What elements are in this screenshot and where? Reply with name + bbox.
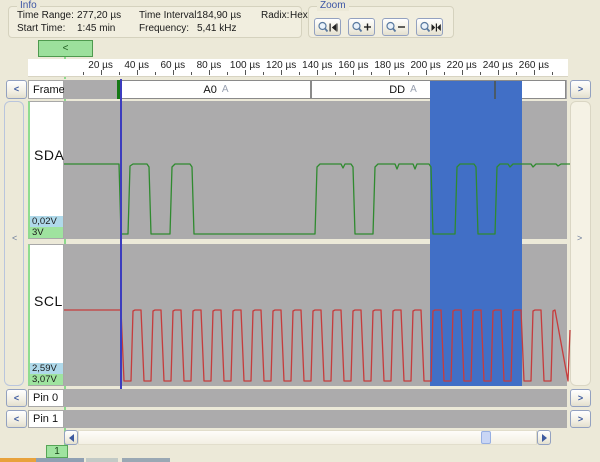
frame-cell-text: A0 [203, 83, 217, 96]
channel-group-rail-left [4, 101, 24, 386]
zoom-groupbox: Zoom [308, 0, 454, 38]
sda-channel-name: SDA [34, 147, 65, 163]
frame-scroll-left-button[interactable]: < [6, 80, 27, 99]
collapse-left-icon[interactable]: < [12, 233, 17, 243]
magnifier-minus-icon [386, 21, 405, 32]
info-groupbox: Info Time Range: 277,20 µs Start Time: 1… [8, 0, 308, 38]
ruler-tick [263, 72, 265, 75]
ruler-tick [479, 72, 481, 75]
ruler-tick [515, 72, 517, 75]
ruler-tick [226, 72, 228, 75]
radix-label: Radix: [261, 10, 290, 21]
radix-value: Hex [290, 10, 308, 21]
ruler-tick [154, 72, 156, 75]
magnifier-fit-icon [318, 21, 338, 32]
bottom-strip-light [86, 458, 118, 462]
ruler-tick [335, 72, 337, 75]
selection-region-main[interactable] [430, 99, 522, 386]
frequency-label: Frequency: [139, 23, 190, 34]
bottom-strip-slate [36, 458, 84, 462]
ruler-tick [118, 72, 120, 75]
sda-channel-panel: SDA 0,02V 3V [28, 101, 64, 239]
chevron-left-icon: < [13, 84, 20, 94]
logic-analyzer-window: Info Time Range: 277,20 µs Start Time: 1… [0, 0, 600, 462]
time-ruler[interactable]: 20 µs 40 µs 60 µs 80 µs 100 µs 120 µs 140 µs 16… [28, 59, 568, 77]
pin0-track[interactable] [64, 389, 567, 407]
time-range-value: 277,20 µs [77, 10, 122, 21]
start-time-label: Start Time: [17, 23, 66, 34]
pin1-scroll-right-button[interactable]: > [570, 410, 591, 428]
hscroll-left-button[interactable] [64, 430, 78, 445]
ruler-tick [407, 72, 409, 75]
zoom-in-button[interactable] [348, 18, 375, 36]
frequency-value: 5,41 kHz [197, 23, 237, 34]
pin0-scroll-right-button[interactable]: > [570, 389, 591, 407]
ruler-tick [190, 72, 192, 75]
time-range-label: Time Range: [17, 10, 74, 21]
chevron-right-icon: > [577, 413, 584, 424]
frame-scroll-right-button[interactable]: > [570, 80, 591, 99]
magnifier-selection-icon [419, 21, 441, 32]
hscroll-thumb[interactable] [481, 431, 491, 444]
time-cursor-line[interactable] [120, 79, 122, 390]
pin0-scroll-left-button[interactable]: < [6, 389, 27, 407]
zoom-group-title: Zoom [317, 0, 349, 11]
ruler-tick [82, 72, 84, 75]
frame-cell-suffix: A [221, 84, 229, 95]
scl-channel-name: SCL [34, 293, 63, 309]
frame-cell-a0[interactable]: A0 A [121, 80, 311, 99]
frame-row-label: Frame [28, 80, 65, 99]
timeline-marker-button[interactable]: < [38, 40, 93, 57]
pin1-scroll-left-button[interactable]: < [6, 410, 27, 428]
time-interval-value: 184,90 µs [197, 10, 242, 21]
chevron-right-icon: > [577, 392, 584, 403]
page-tab-1[interactable]: 1 [46, 445, 68, 458]
scl-channel-panel: SCL 2,59V 3,07V [28, 244, 64, 386]
pin1-row-label: Pin 1 [28, 410, 64, 428]
selection-region-frame[interactable] [430, 81, 522, 99]
pin1-track[interactable] [64, 410, 567, 428]
collapse-right-icon[interactable]: > [577, 233, 582, 243]
sda-voltage-high: 3V [30, 227, 63, 238]
zoom-to-selection-button[interactable] [416, 18, 443, 36]
bottom-strip-gray [122, 458, 170, 462]
sda-voltage-low: 0,02V [30, 216, 63, 227]
ruler-tick-label: 260 µs [518, 60, 550, 71]
magnifier-plus-icon [352, 21, 371, 32]
channel-group-rail-right [570, 101, 591, 386]
chevron-right-icon: > [577, 84, 584, 94]
hscroll-track[interactable] [78, 430, 537, 445]
zoom-to-markers-button[interactable] [314, 18, 341, 36]
bottom-strip-orange [0, 458, 36, 462]
chevron-left-icon: < [13, 413, 20, 424]
arrow-right-icon [541, 433, 547, 442]
zoom-out-button[interactable] [382, 18, 409, 36]
time-interval-label: Time Interval: [139, 10, 200, 21]
ruler-tick [371, 72, 373, 75]
scl-voltage-low: 2,59V [30, 363, 63, 374]
frame-cell-border [494, 81, 496, 99]
ruler-tick [299, 72, 301, 75]
ruler-tick [551, 72, 553, 75]
start-time-value: 1:45 min [77, 23, 116, 34]
scl-voltage-high: 3,07V [30, 374, 63, 385]
frame-cell-suffix: A [410, 84, 417, 95]
hscroll-right-button[interactable] [537, 430, 551, 445]
frame-cell-text: DD [389, 83, 406, 96]
chevron-left-icon: < [13, 392, 20, 403]
pin0-row-label: Pin 0 [28, 389, 64, 407]
arrow-left-icon [68, 433, 74, 442]
ruler-tick [443, 72, 445, 75]
